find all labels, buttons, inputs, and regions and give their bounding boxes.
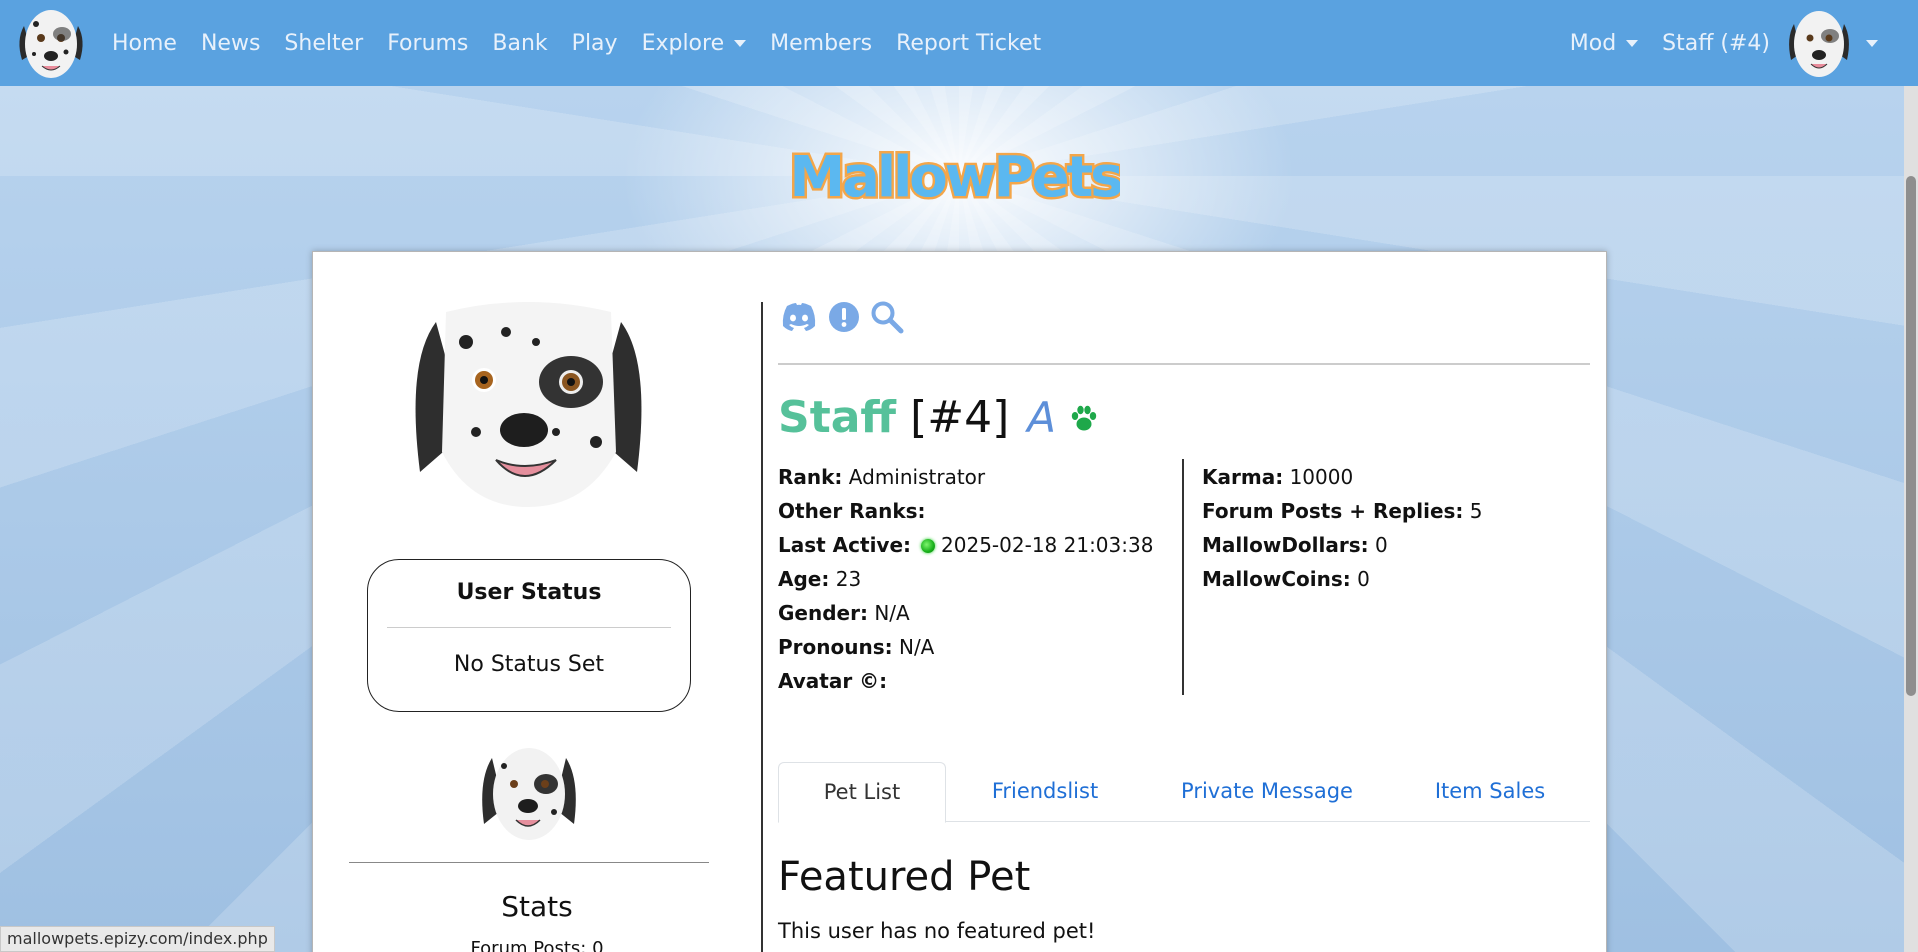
featured-pet-title: Featured Pet <box>778 854 1031 900</box>
info-value: 2025-02-18 21:03:38 <box>941 533 1154 557</box>
user-status-text: No Status Set <box>453 652 605 677</box>
nav-bank[interactable]: Bank <box>492 31 547 56</box>
info-rank: Rank: Administrator <box>778 460 1178 494</box>
info-gender: Gender: N/A <box>778 596 1178 630</box>
info-age: Age: 23 <box>778 562 1178 596</box>
top-navbar: Home News Shelter Forums Bank Play Explo… <box>0 0 1918 86</box>
info-value: N/A <box>898 635 935 659</box>
profile-action-icons <box>780 300 914 334</box>
user-status-title: User Status <box>456 580 602 605</box>
online-status-icon <box>921 539 936 553</box>
nav-report-ticket[interactable]: Report Ticket <box>896 31 1041 56</box>
nav-right: Mod Staff (#4) <box>1570 0 1878 86</box>
info-value: 5 <box>1469 499 1483 523</box>
info-label: Karma: <box>1202 465 1284 489</box>
nav-shelter[interactable]: Shelter <box>284 31 363 56</box>
discord-icon[interactable] <box>780 302 818 332</box>
info-label: Forum Posts + Replies: <box>1202 499 1464 523</box>
browser-status-url: mallowpets.epizy.com/index.php <box>0 926 275 952</box>
divider <box>387 627 671 628</box>
nav-members[interactable]: Members <box>770 31 872 56</box>
nav-explore-label: Explore <box>641 30 725 56</box>
tab-pet-list[interactable]: Pet List <box>778 762 946 823</box>
profile-tabs: Pet List Friendslist Private Message Ite… <box>778 762 1590 823</box>
divider <box>349 862 709 863</box>
info-label: Pronouns: <box>778 635 893 659</box>
info-label: Gender: <box>778 601 868 625</box>
info-label: Avatar ©: <box>778 669 888 693</box>
info-value: 0 <box>1375 533 1388 557</box>
paw-icon <box>1071 405 1097 430</box>
info-avatar-credit: Avatar ©: <box>778 664 1178 698</box>
nav-news[interactable]: News <box>201 31 260 56</box>
nav-explore-dropdown[interactable]: Explore <box>642 31 747 56</box>
column-divider <box>761 302 763 952</box>
info-pronouns: Pronouns: N/A <box>778 630 1178 664</box>
info-label: Age: <box>778 567 830 591</box>
info-karma: Karma: 10000 <box>1202 460 1590 494</box>
profile-info-right: Karma: 10000 Forum Posts + Replies: 5 Ma… <box>1202 460 1590 596</box>
chevron-down-icon <box>734 39 747 47</box>
info-label: MallowCoins: <box>1202 567 1351 591</box>
stats-title: Stats <box>501 890 573 923</box>
profile-card: User Status No Status Set Stats Forum Po… <box>312 251 1607 952</box>
info-value: Administrator <box>848 465 986 489</box>
profile-user-number: [#4] <box>910 392 1010 443</box>
info-label: Last Active: <box>778 533 912 557</box>
user-menu-dropdown[interactable]: Staff (#4) <box>1662 6 1878 80</box>
tab-friendslist[interactable]: Friendslist <box>946 762 1144 822</box>
nav-links: Home News Shelter Forums Bank Play Explo… <box>112 0 1065 86</box>
user-menu-label: Staff (#4) <box>1662 30 1770 56</box>
featured-pet-text: This user has no featured pet! <box>778 919 1096 943</box>
chevron-down-icon <box>1866 39 1878 47</box>
info-label: Rank: <box>778 465 843 489</box>
tab-private-message[interactable]: Private Message <box>1144 762 1390 822</box>
scrollbar[interactable] <box>1904 86 1918 952</box>
nav-home[interactable]: Home <box>112 31 177 56</box>
divider <box>778 363 1590 365</box>
info-value: 0 <box>1357 567 1370 591</box>
info-label: Other Ranks: <box>778 499 926 523</box>
mod-label: Mod <box>1569 30 1617 56</box>
brand-avatar[interactable] <box>14 4 88 82</box>
profile-avatar <box>415 302 642 507</box>
info-value: 10000 <box>1289 465 1354 489</box>
info-forum-posts-replies: Forum Posts + Replies: 5 <box>1202 494 1590 528</box>
nav-play[interactable]: Play <box>572 31 618 56</box>
info-label: MallowDollars: <box>1202 533 1369 557</box>
profile-username: Staff <box>778 392 897 443</box>
nav-forums[interactable]: Forums <box>387 31 468 56</box>
info-mallowcoins: MallowCoins: 0 <box>1202 562 1590 596</box>
mod-dropdown[interactable]: Mod <box>1569 30 1639 56</box>
profile-heading: Staff [#4] A <box>778 392 1100 443</box>
chevron-down-icon <box>1626 39 1639 47</box>
stats-forum-posts: Forum Posts: 0 <box>470 938 604 952</box>
profile-info-left: Rank: Administrator Other Ranks: Last Ac… <box>778 460 1178 698</box>
info-last-active: Last Active: 2025-02-18 21:03:38 <box>778 528 1178 562</box>
info-value: N/A <box>874 601 910 625</box>
admin-badge-icon: A <box>1027 393 1056 442</box>
info-value: 23 <box>835 567 862 591</box>
site-logo[interactable]: MallowPets MallowPets <box>790 130 1120 220</box>
pet-avatar-thumbnail <box>482 748 576 840</box>
info-divider <box>1182 459 1184 695</box>
info-mallowdollars: MallowDollars: 0 <box>1202 528 1590 562</box>
user-status-box: User Status No Status Set <box>367 559 691 712</box>
tab-item-sales[interactable]: Item Sales <box>1390 762 1590 822</box>
search-icon[interactable] <box>870 300 904 334</box>
info-other-ranks: Other Ranks: <box>778 494 1178 528</box>
svg-text:MallowPets: MallowPets <box>790 145 1120 210</box>
report-icon[interactable] <box>828 301 860 333</box>
user-avatar <box>1789 11 1849 77</box>
scrollbar-thumb[interactable] <box>1906 176 1916 696</box>
